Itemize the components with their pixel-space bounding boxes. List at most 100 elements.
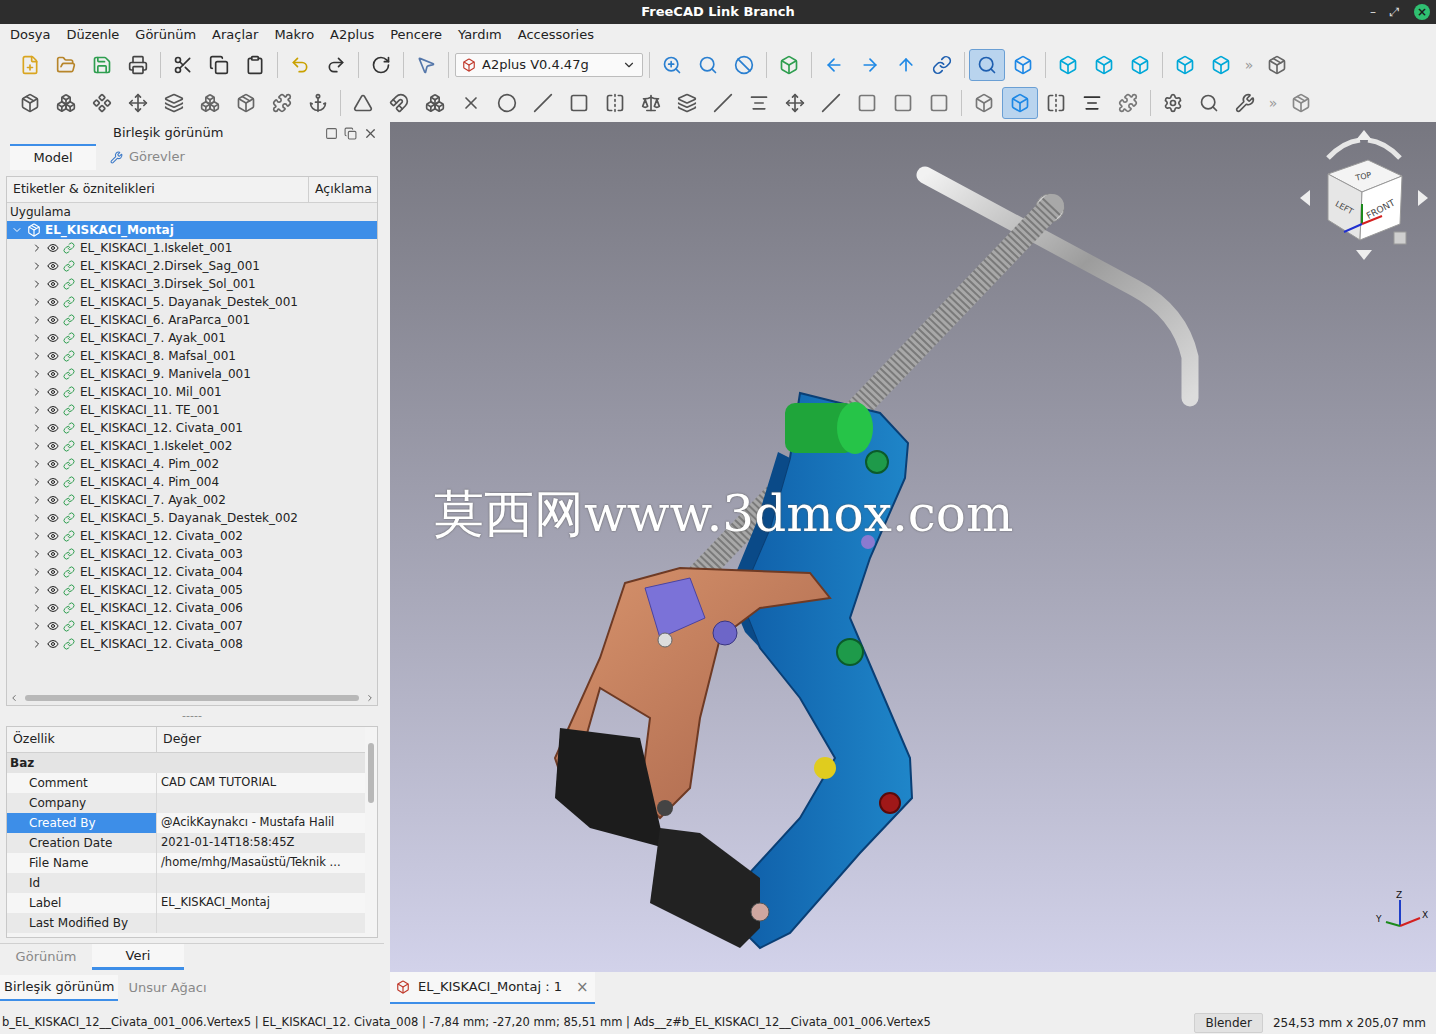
toolbar-button[interactable] [969,49,1005,81]
toolbar-button[interactable] [525,87,561,119]
property-row[interactable]: LabelEL_KISKACI_Montaj [7,893,365,913]
close-button[interactable]: × [1414,4,1430,20]
property-column-header[interactable]: Değer [157,727,365,752]
toolbar-button[interactable] [1203,49,1239,81]
menu-item[interactable]: Araçlar [204,25,266,45]
toolbar-button[interactable] [777,87,813,119]
toolbar-button[interactable] [561,87,597,119]
toolbar-button[interactable] [48,87,84,119]
toolbar-button[interactable] [816,49,852,81]
scroll-left-icon[interactable] [9,693,19,703]
clamp-model[interactable] [390,122,1436,970]
visibility-icon[interactable] [47,368,59,380]
toolbar-button[interactable] [1038,87,1074,119]
tree-item[interactable]: EL_KISKACI_1.Iskelet_001 [7,239,377,257]
toolbar-button[interactable] [1191,87,1227,119]
expand-icon[interactable] [31,440,43,452]
vertical-scrollbar[interactable] [365,727,377,937]
toolbar-button[interactable] [228,87,264,119]
toolbar-button[interactable] [849,87,885,119]
toolbar-button[interactable] [264,87,300,119]
tree-item[interactable]: EL_KISKACI_12. Civata_005 [7,581,377,599]
tree-item[interactable]: EL_KISKACI_12. Civata_004 [7,563,377,581]
toolbar-button[interactable] [120,49,156,81]
menu-item[interactable]: Makro [266,25,322,45]
property-tab[interactable]: Görünüm [0,944,92,970]
expand-icon[interactable] [31,260,43,272]
tree-item[interactable]: EL_KISKACI_7. Ayak_001 [7,329,377,347]
visibility-icon[interactable] [47,260,59,272]
visibility-icon[interactable] [47,404,59,416]
tree-item[interactable]: EL_KISKACI_4. Pim_002 [7,455,377,473]
visibility-icon[interactable] [47,548,59,560]
tree-item[interactable]: EL_KISKACI_2.Dirsek_Sag_001 [7,257,377,275]
tree-item[interactable]: EL_KISKACI_6. AraParca_001 [7,311,377,329]
horizontal-scrollbar[interactable] [7,691,377,705]
menu-item[interactable]: Düzenle [58,25,127,45]
expand-icon[interactable] [31,278,43,290]
visibility-icon[interactable] [47,584,59,596]
property-row[interactable]: Company [7,793,365,813]
visibility-icon[interactable] [47,566,59,578]
visibility-icon[interactable] [47,422,59,434]
minimize-button[interactable]: – [1370,3,1376,21]
property-row[interactable]: Id [7,873,365,893]
toolbar-button[interactable] [1155,87,1191,119]
menu-item[interactable]: Accessories [510,25,602,45]
toolbar-button[interactable] [201,49,237,81]
toolbar-button[interactable] [120,87,156,119]
toolbar-button[interactable] [1074,87,1110,119]
toolbar-button[interactable] [813,87,849,119]
menu-item[interactable]: Görünüm [127,25,204,45]
expand-icon[interactable] [31,458,43,470]
3d-viewport[interactable]: 莫西网www.3dmox.comTOPLEFTFRONTZXY [390,122,1436,972]
panel-tab[interactable]: Görevler [96,144,199,170]
toolbar-button[interactable] [924,49,960,81]
toolbar-button[interactable] [885,87,921,119]
toolbar-button[interactable] [654,49,690,81]
expand-icon[interactable] [31,350,43,362]
toolbar-button[interactable] [966,87,1002,119]
toolbar-button[interactable] [417,87,453,119]
property-tab[interactable]: Veri [92,944,184,970]
tree-item[interactable]: EL_KISKACI_12. Civata_006 [7,599,377,617]
expand-icon[interactable] [31,332,43,344]
property-group[interactable]: Baz [7,753,365,773]
toolbar-button[interactable] [363,49,399,81]
toolbar-button[interactable] [84,49,120,81]
expand-icon[interactable] [31,584,43,596]
toolbar-button[interactable] [48,49,84,81]
toolbar-overflow[interactable]: » [1263,93,1283,114]
tree-item[interactable]: EL_KISKACI_5. Dayanak_Destek_002 [7,509,377,527]
close-tab-button[interactable]: × [576,976,589,999]
expand-icon[interactable] [31,620,43,632]
expand-icon[interactable] [31,368,43,380]
toolbar-button[interactable] [282,49,318,81]
toolbar-button[interactable] [453,87,489,119]
toolbar-button[interactable] [408,49,444,81]
tree-item[interactable]: EL_KISKACI_12. Civata_002 [7,527,377,545]
menu-item[interactable]: A2plus [322,25,382,45]
tree-column-header[interactable]: Açıklama [309,177,377,202]
visibility-icon[interactable] [47,296,59,308]
toolbar-button[interactable] [345,87,381,119]
visibility-icon[interactable] [47,512,59,524]
visibility-icon[interactable] [47,314,59,326]
visibility-icon[interactable] [47,350,59,362]
visibility-icon[interactable] [47,458,59,470]
collapse-icon[interactable] [11,224,23,236]
toolbar-button[interactable] [726,49,762,81]
toolbar-button[interactable] [1005,49,1041,81]
navigation-cube[interactable]: TOPLEFTFRONT [1298,128,1430,262]
toolbar-button[interactable] [84,87,120,119]
tree-item[interactable]: EL_KISKACI_11. TE_001 [7,401,377,419]
expand-icon[interactable] [31,404,43,416]
toolbar-button[interactable] [12,49,48,81]
navigation-style[interactable]: Blender [1194,1013,1263,1033]
visibility-icon[interactable] [47,278,59,290]
expand-icon[interactable] [31,476,43,488]
visibility-icon[interactable] [47,440,59,452]
toolbar-button[interactable] [852,49,888,81]
tree-item[interactable]: EL_KISKACI_12. Civata_001 [7,419,377,437]
toolbar-button[interactable] [1227,87,1263,119]
